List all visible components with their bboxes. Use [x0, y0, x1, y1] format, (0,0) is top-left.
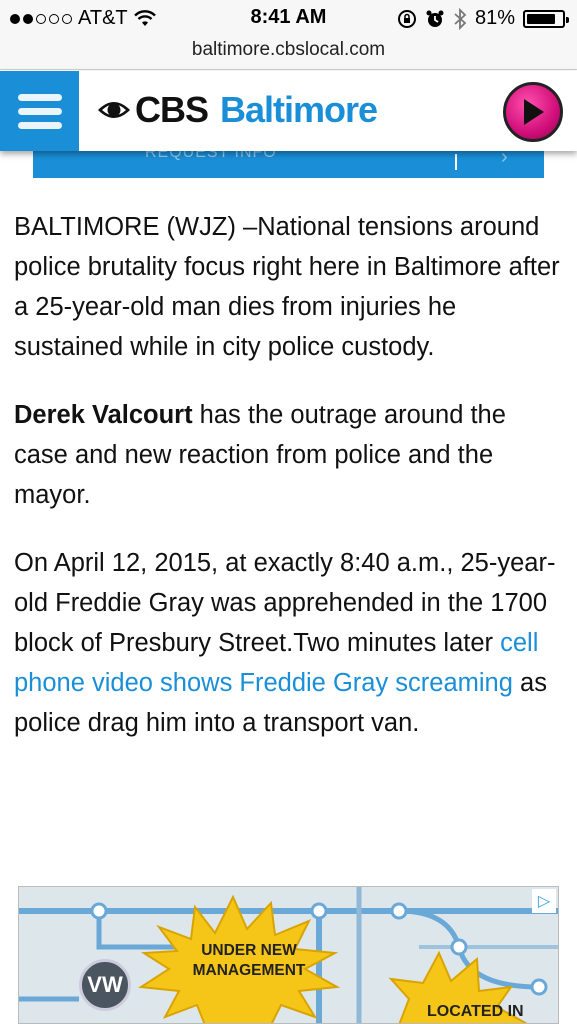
- battery-icon: [523, 9, 569, 28]
- article-paragraph-details: On April 12, 2015, at exactly 8:40 a.m.,…: [14, 543, 564, 743]
- carrier-label: AT&T: [78, 7, 128, 29]
- url-bar[interactable]: baltimore.cbslocal.com: [0, 36, 577, 70]
- ad-badge-text: UNDER NEW MANAGEMENT: [192, 942, 306, 979]
- wifi-icon: [133, 9, 156, 26]
- site-logo[interactable]: CBS Baltimore: [97, 89, 378, 131]
- cbs-eye-icon: [98, 102, 130, 118]
- ad-badge-text-secondary: LOCATED IN: [427, 1003, 524, 1020]
- adchoices-icon[interactable]: ▷: [532, 889, 556, 913]
- status-bar: AT&T 8:41 AM 81%: [0, 0, 577, 36]
- site-header: CBS Baltimore: [0, 71, 577, 151]
- article-paragraph-intro: BALTIMORE (WJZ) –National tensions aroun…: [14, 213, 560, 361]
- request-info-button[interactable]: REQUEST INFO ›: [33, 148, 544, 178]
- vw-logo: VW: [79, 959, 131, 1011]
- play-icon: [524, 99, 544, 125]
- play-button[interactable]: [503, 82, 563, 142]
- article-body: BALTIMORE (WJZ) –National tensions aroun…: [14, 207, 564, 743]
- advertisement-banner[interactable]: VW UNDER NEW MANAGEMENT LOCATED IN ▷: [18, 886, 559, 1024]
- rotation-lock-icon: [397, 9, 416, 28]
- status-right: 81%: [397, 7, 569, 30]
- url-text: baltimore.cbslocal.com: [191, 39, 386, 60]
- chevron-right-icon: ›: [501, 148, 508, 168]
- article-paragraph-reporter: Derek Valcourt has the outrage around th…: [14, 395, 564, 515]
- alarm-icon: [426, 10, 444, 27]
- reporter-name: Derek Valcourt: [14, 401, 193, 429]
- menu-icon: [17, 93, 62, 101]
- battery-level: [527, 13, 555, 24]
- battery-percent: 81%: [474, 7, 515, 29]
- hamburger-menu-button[interactable]: [0, 71, 79, 151]
- signal-strength: [10, 13, 72, 24]
- logo-brand: CBS: [135, 89, 209, 130]
- details-text-start: On April 12, 2015, at exactly 8:40 a.m.,…: [14, 549, 556, 657]
- logo-city: Baltimore: [220, 89, 378, 130]
- status-left: AT&T: [10, 7, 156, 30]
- bluetooth-icon: [454, 7, 467, 30]
- ribbon-divider: [455, 154, 457, 170]
